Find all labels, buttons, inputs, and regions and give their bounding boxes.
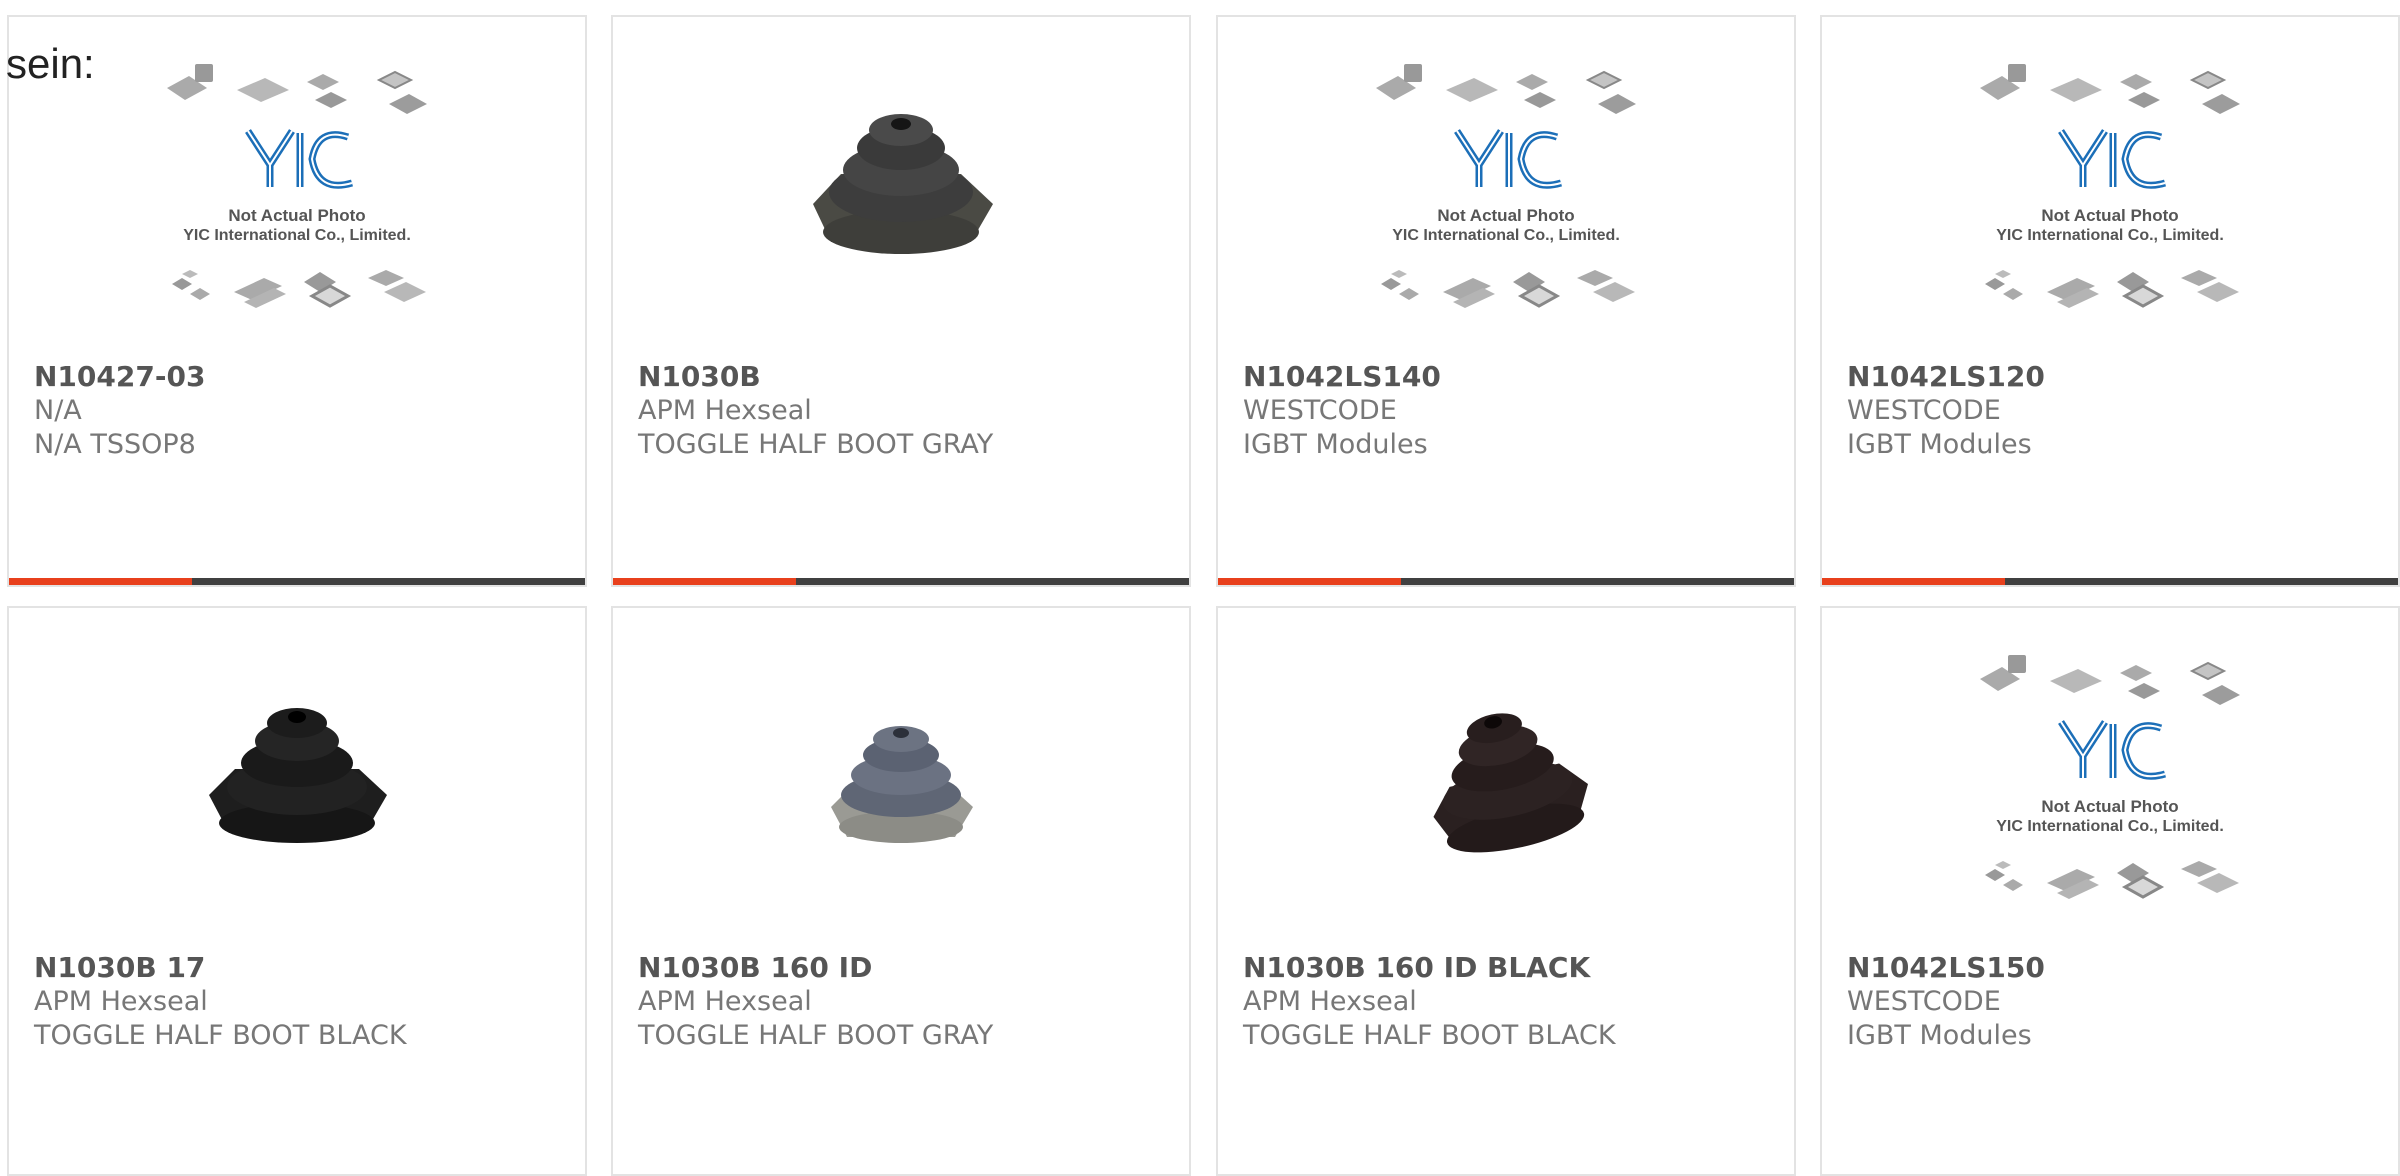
part-number[interactable]: N1042LS150 — [1847, 951, 2388, 985]
card-bar-accent — [1822, 578, 2005, 585]
manufacturer: WESTCODE — [1243, 395, 1397, 426]
svg-text:Not Actual Photo: Not Actual Photo — [2041, 206, 2178, 225]
product-card[interactable]: N1030B 17 APM Hexseal TOGGLE HALF BOOT B… — [7, 606, 587, 1176]
card-bar — [9, 578, 585, 585]
product-info: N1030B 160 ID BLACK APM Hexseal TOGGLE H… — [1243, 951, 1784, 1053]
description: TOGGLE HALF BOOT GRAY — [638, 1020, 994, 1051]
manufacturer: WESTCODE — [1847, 395, 2001, 426]
product-card[interactable]: Not Actual Photo YIC International Co., … — [1820, 15, 2400, 587]
svg-text:YIC International Co., Limited: YIC International Co., Limited. — [1996, 227, 2224, 244]
rubber-boot-dark-gray-icon — [813, 114, 993, 254]
card-bar-accent — [613, 578, 796, 585]
product-info: N1030B 160 ID APM Hexseal TOGGLE HALF BO… — [638, 951, 1179, 1053]
product-info: N1042LS150 WESTCODE IGBT Modules — [1847, 951, 2388, 1053]
svg-text:YIC International Co., Limited: YIC International Co., Limited. — [183, 227, 411, 244]
yic-placeholder-icon: Not Actual Photo YIC International Co., … — [1979, 63, 2241, 310]
manufacturer: APM Hexseal — [638, 395, 812, 426]
product-image[interactable] — [1218, 608, 1794, 958]
product-card[interactable]: N1030B 160 ID BLACK APM Hexseal TOGGLE H… — [1216, 606, 1796, 1176]
product-image[interactable] — [613, 608, 1189, 958]
product-card[interactable]: Not Actual Photo YIC International Co., … — [1820, 606, 2400, 1176]
part-number[interactable]: N1042LS140 — [1243, 360, 1784, 394]
rubber-boot-gray-icon — [831, 726, 973, 843]
svg-text:Not Actual Photo: Not Actual Photo — [2041, 797, 2178, 816]
manufacturer: APM Hexseal — [638, 986, 812, 1017]
part-number[interactable]: N1030B 17 — [34, 951, 575, 985]
description: TOGGLE HALF BOOT BLACK — [34, 1020, 407, 1051]
manufacturer: APM Hexseal — [1243, 986, 1417, 1017]
product-card[interactable]: Not Actual Photo YIC International Co., … — [7, 15, 587, 587]
rubber-boot-black-brown-icon — [1433, 713, 1588, 853]
description: IGBT Modules — [1243, 429, 1428, 460]
product-image[interactable] — [613, 17, 1189, 367]
svg-text:YIC International Co., Limited: YIC International Co., Limited. — [1996, 818, 2224, 835]
product-image[interactable]: Not Actual Photo YIC International Co., … — [1822, 17, 2398, 367]
description: TOGGLE HALF BOOT GRAY — [638, 429, 994, 460]
product-image[interactable]: Not Actual Photo YIC International Co., … — [9, 17, 585, 367]
card-bar-accent — [1218, 578, 1401, 585]
description: IGBT Modules — [1847, 429, 2032, 460]
yic-placeholder-icon: Not Actual Photo YIC International Co., … — [166, 63, 428, 310]
product-grid: Not Actual Photo YIC International Co., … — [0, 0, 2400, 1176]
description: TOGGLE HALF BOOT BLACK — [1243, 1020, 1616, 1051]
product-info: N10427-03 N/A N/A TSSOP8 — [34, 360, 575, 462]
part-number[interactable]: N1042LS120 — [1847, 360, 2388, 394]
part-number[interactable]: N10427-03 — [34, 360, 575, 394]
card-bar — [1218, 578, 1794, 585]
intro-text: sein: — [6, 40, 95, 87]
product-image[interactable] — [9, 608, 585, 958]
product-image[interactable]: Not Actual Photo YIC International Co., … — [1822, 608, 2398, 958]
product-info: N1030B APM Hexseal TOGGLE HALF BOOT GRAY — [638, 360, 1179, 462]
part-number[interactable]: N1030B 160 ID — [638, 951, 1179, 985]
description: N/A TSSOP8 — [34, 429, 196, 460]
product-info: N1042LS140 WESTCODE IGBT Modules — [1243, 360, 1784, 462]
svg-text:Not Actual Photo: Not Actual Photo — [228, 206, 365, 225]
manufacturer: APM Hexseal — [34, 986, 208, 1017]
product-info: N1030B 17 APM Hexseal TOGGLE HALF BOOT B… — [34, 951, 575, 1053]
product-image[interactable]: Not Actual Photo YIC International Co., … — [1218, 17, 1794, 367]
product-card[interactable]: N1030B APM Hexseal TOGGLE HALF BOOT GRAY — [611, 15, 1191, 587]
rubber-boot-black-icon — [209, 708, 387, 843]
description: IGBT Modules — [1847, 1020, 2032, 1051]
svg-text:Not Actual Photo: Not Actual Photo — [1437, 206, 1574, 225]
manufacturer: WESTCODE — [1847, 986, 2001, 1017]
card-bar-accent — [9, 578, 192, 585]
product-card[interactable]: Not Actual Photo YIC International Co., … — [1216, 15, 1796, 587]
card-bar — [613, 578, 1189, 585]
manufacturer: N/A — [34, 395, 82, 426]
yic-placeholder-icon: Not Actual Photo YIC International Co., … — [1979, 654, 2241, 901]
part-number[interactable]: N1030B 160 ID BLACK — [1243, 951, 1784, 985]
svg-text:YIC International Co., Limited: YIC International Co., Limited. — [1392, 227, 1620, 244]
part-number[interactable]: N1030B — [638, 360, 1179, 394]
card-bar — [1822, 578, 2398, 585]
product-info: N1042LS120 WESTCODE IGBT Modules — [1847, 360, 2388, 462]
yic-placeholder-icon: Not Actual Photo YIC International Co., … — [1375, 63, 1637, 310]
product-card[interactable]: N1030B 160 ID APM Hexseal TOGGLE HALF BO… — [611, 606, 1191, 1176]
